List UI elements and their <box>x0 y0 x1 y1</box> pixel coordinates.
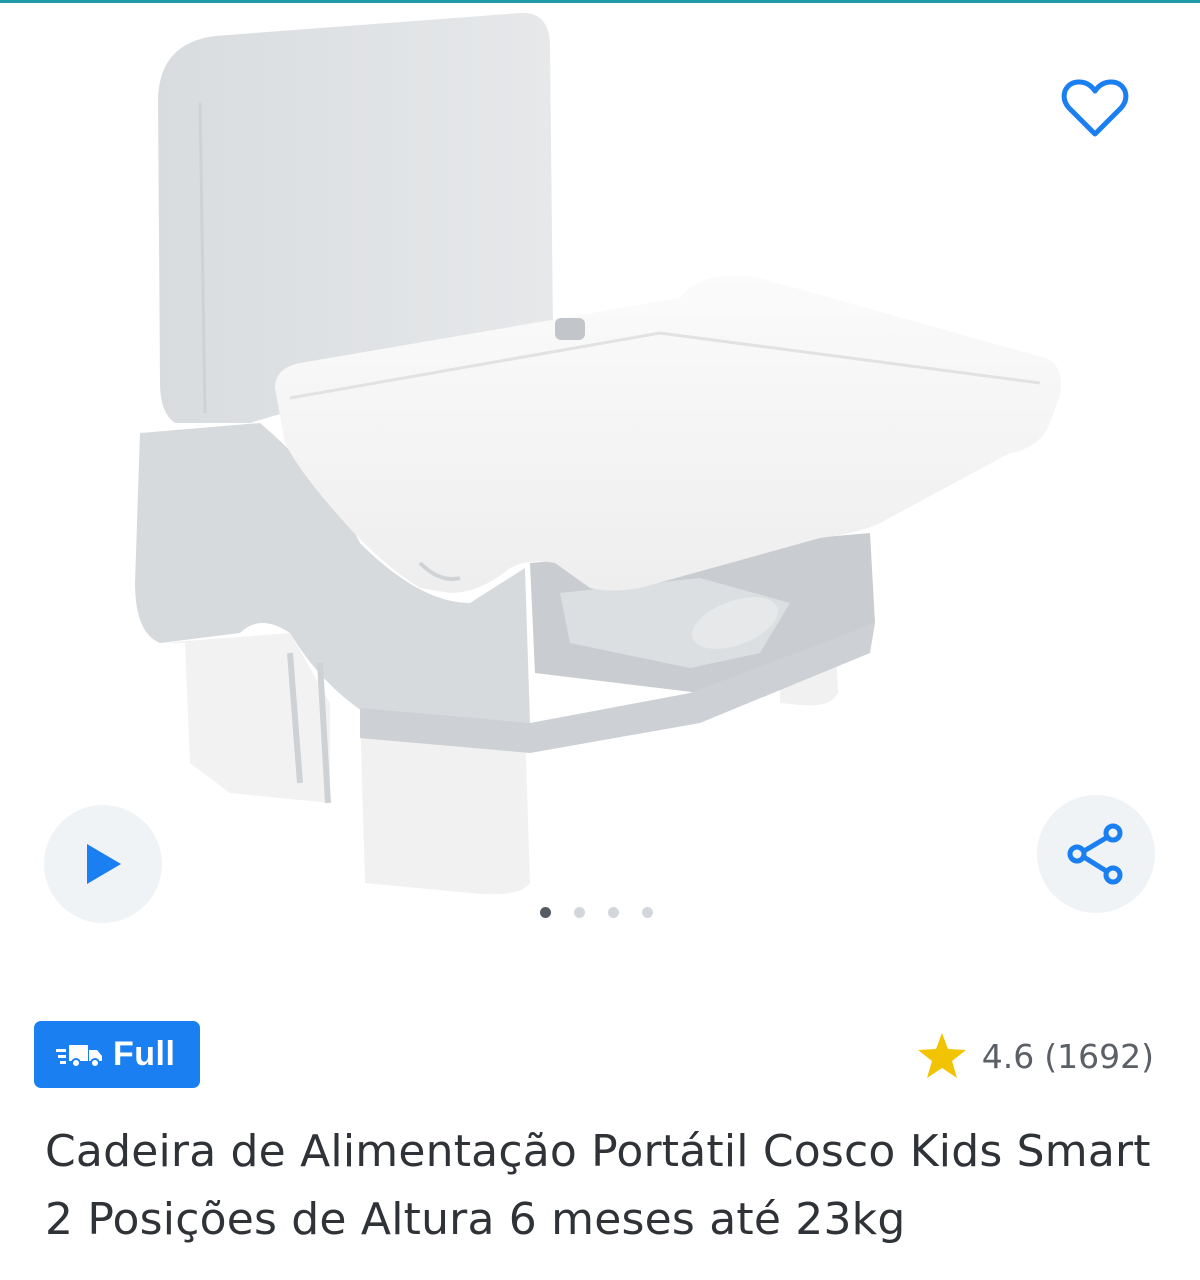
rating-count: (1692) <box>1044 1036 1154 1076</box>
rating-value: 4.6 <box>981 1036 1035 1076</box>
share-button[interactable] <box>1037 795 1155 913</box>
play-icon <box>87 844 121 884</box>
product-page: Full 4.6 (1692) Cadeira de Alimentação P… <box>0 0 1200 1280</box>
page-dot-active[interactable] <box>540 907 551 918</box>
star-icon <box>917 1033 966 1078</box>
play-video-button[interactable] <box>44 805 162 923</box>
image-gallery[interactable] <box>0 3 1200 960</box>
heart-outline-icon <box>1061 79 1129 137</box>
full-shipping-badge: Full <box>34 1021 200 1088</box>
badge-label: Full <box>113 1035 176 1073</box>
fast-truck-icon <box>56 1044 102 1068</box>
product-title: Cadeira de Alimentação Portátil Cosco Ki… <box>45 1126 1151 1245</box>
share-icon <box>1067 823 1123 885</box>
product-image[interactable] <box>120 3 1080 903</box>
page-dot[interactable] <box>574 907 585 918</box>
page-dot[interactable] <box>642 907 653 918</box>
page-dot[interactable] <box>608 907 619 918</box>
page-indicator <box>540 907 653 918</box>
rating-summary[interactable]: 4.6 (1692) <box>916 1026 1154 1086</box>
favorite-button[interactable] <box>1055 73 1135 145</box>
